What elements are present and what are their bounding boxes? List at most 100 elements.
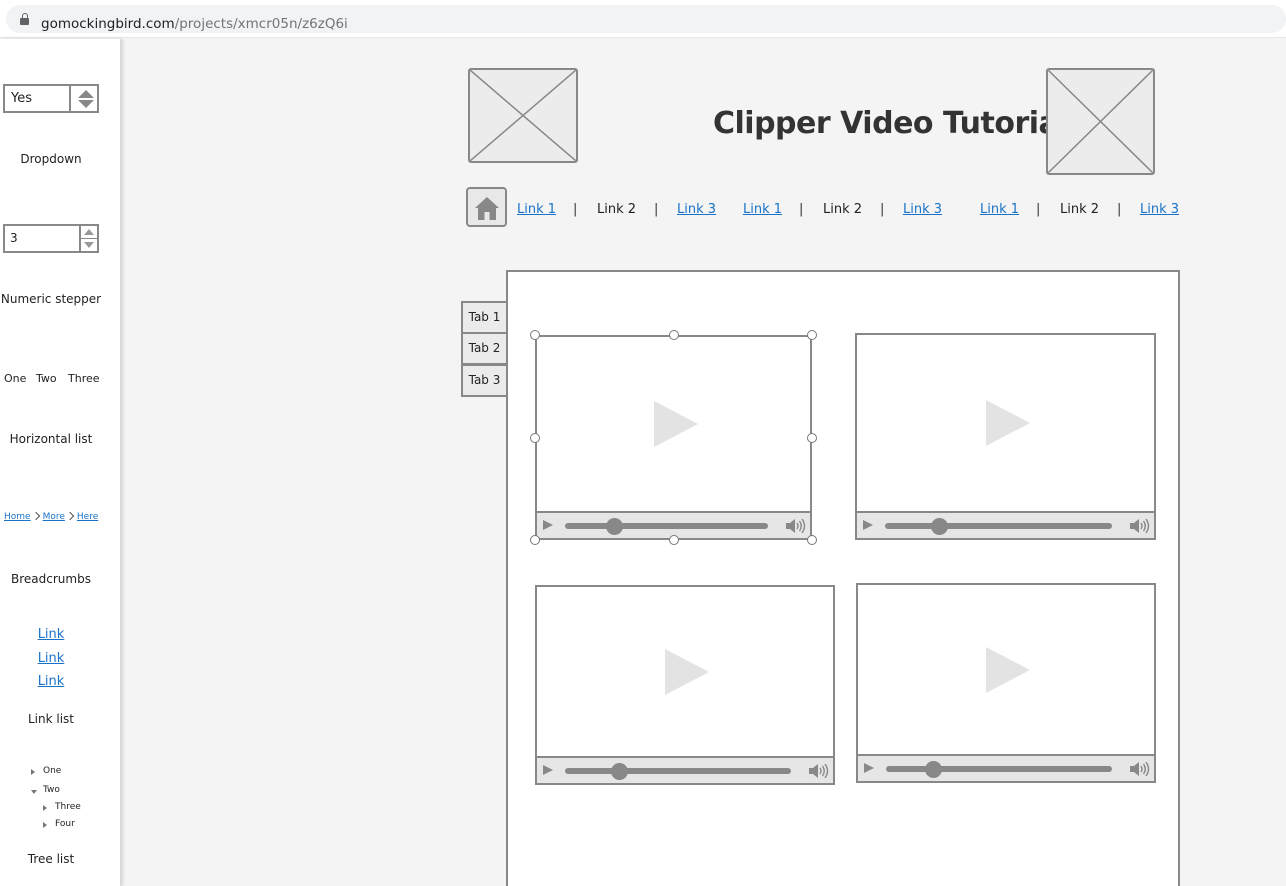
dropdown-label: Dropdown: [20, 152, 82, 166]
breadcrumb-home[interactable]: Home: [4, 512, 31, 522]
stepper-down-icon[interactable]: [84, 242, 94, 248]
tree-item[interactable]: One: [43, 766, 61, 776]
nav-separator: |: [1036, 202, 1041, 217]
numeric-stepper-label: Numeric stepper: [0, 292, 102, 306]
resize-handle[interactable]: [668, 330, 679, 340]
nav-link-3[interactable]: Link 3: [903, 202, 942, 217]
horizontal-list-item[interactable]: One: [4, 372, 26, 385]
seek-track[interactable]: [885, 523, 1112, 529]
play-icon[interactable]: [653, 401, 698, 447]
home-icon: [475, 197, 499, 220]
video-player[interactable]: [535, 335, 812, 540]
image-placeholder-icon: [470, 70, 576, 161]
seek-handle[interactable]: [925, 761, 943, 778]
numeric-stepper-widget[interactable]: 3: [3, 224, 99, 253]
dropdown-value: Yes: [11, 91, 32, 106]
play-icon[interactable]: [985, 400, 1030, 446]
volume-icon[interactable]: [809, 764, 829, 778]
volume-icon[interactable]: [1130, 519, 1150, 533]
video-screen[interactable]: [857, 335, 1154, 511]
tree-item[interactable]: Three: [55, 802, 81, 812]
nav-link-2[interactable]: Link 2: [1060, 202, 1099, 217]
video-controls: [537, 511, 810, 538]
nav-separator: |: [799, 202, 804, 217]
tab-1[interactable]: Tab 1: [461, 301, 508, 334]
horizontal-list-item[interactable]: Two: [36, 372, 57, 385]
stepper-up-icon[interactable]: [84, 229, 94, 235]
address-field[interactable]: gomockingbird.com/projects/xmcr05n/z6zQ6…: [6, 5, 1286, 33]
nav-link-2[interactable]: Link 2: [823, 202, 862, 217]
tab-2[interactable]: Tab 2: [461, 332, 508, 365]
arrow-down-icon: [78, 100, 94, 108]
volume-icon[interactable]: [1130, 762, 1150, 776]
video-controls: [537, 756, 833, 783]
nav-separator: |: [880, 202, 885, 217]
tree-collapsed-icon[interactable]: [43, 805, 47, 811]
resize-handle[interactable]: [668, 535, 679, 545]
nav-separator: |: [573, 202, 578, 217]
dropdown-divider: [69, 86, 71, 111]
breadcrumb-here[interactable]: Here: [77, 512, 98, 522]
horizontal-list-item[interactable]: Three: [68, 372, 100, 385]
video-screen[interactable]: [858, 585, 1154, 754]
home-button[interactable]: [466, 187, 507, 227]
chevron-right-icon: [31, 511, 40, 521]
seek-handle[interactable]: [605, 518, 623, 535]
nav-link-3[interactable]: Link 3: [677, 202, 716, 217]
video-player[interactable]: [856, 583, 1156, 783]
nav-link-1[interactable]: Link 1: [743, 202, 782, 217]
nav-link-1[interactable]: Link 1: [980, 202, 1019, 217]
tab-3[interactable]: Tab 3: [461, 364, 508, 397]
nav-separator: |: [1117, 202, 1122, 217]
resize-handle[interactable]: [530, 432, 540, 443]
resize-handle[interactable]: [530, 330, 540, 340]
dropdown-widget[interactable]: Yes: [3, 84, 99, 113]
tree-list-label: Tree list: [27, 852, 75, 866]
video-controls: [857, 511, 1154, 538]
header-image-placeholder[interactable]: [1046, 68, 1155, 175]
horizontal-list-label: Horizontal list: [9, 432, 93, 446]
seek-track[interactable]: [565, 768, 791, 774]
seek-track[interactable]: [565, 523, 768, 529]
play-icon[interactable]: [665, 648, 709, 695]
arrow-up-icon: [78, 90, 94, 98]
resize-handle[interactable]: [807, 432, 817, 443]
play-button-icon[interactable]: [543, 765, 553, 775]
link-list-item[interactable]: Link: [0, 651, 102, 666]
breadcrumb-more[interactable]: More: [43, 512, 65, 522]
lock-icon: [20, 13, 29, 25]
link-list-label: Link list: [27, 712, 74, 726]
play-icon[interactable]: [986, 646, 1030, 693]
seek-handle[interactable]: [931, 518, 949, 535]
nav-link-3[interactable]: Link 3: [1140, 202, 1179, 217]
volume-icon[interactable]: [786, 519, 806, 533]
resize-handle[interactable]: [807, 535, 817, 545]
nav-link-1[interactable]: Link 1: [517, 202, 556, 217]
chevron-right-icon: [65, 511, 75, 521]
resize-handle[interactable]: [530, 535, 540, 545]
play-button-icon[interactable]: [863, 520, 873, 530]
breadcrumbs-label: Breadcrumbs: [11, 572, 91, 586]
tree-item[interactable]: Four: [55, 819, 75, 829]
seek-track[interactable]: [886, 766, 1112, 772]
play-button-icon[interactable]: [864, 763, 874, 773]
play-button-icon[interactable]: [543, 520, 553, 530]
tree-collapsed-icon[interactable]: [31, 769, 35, 775]
video-screen[interactable]: [537, 337, 810, 511]
component-palette: Yes Dropdown 3 Numeric stepper One Two T…: [0, 39, 121, 886]
tree-collapsed-icon[interactable]: [43, 822, 47, 828]
tree-expanded-icon[interactable]: [31, 790, 37, 794]
resize-handle[interactable]: [807, 330, 817, 340]
logo-image-placeholder[interactable]: [468, 68, 578, 163]
seek-handle[interactable]: [611, 763, 629, 780]
video-player[interactable]: [855, 333, 1156, 540]
nav-separator: |: [654, 202, 659, 217]
url-text[interactable]: gomockingbird.com/projects/xmcr05n/z6zQ6…: [41, 16, 348, 32]
link-list-item[interactable]: Link: [0, 627, 102, 642]
link-list-item[interactable]: Link: [0, 674, 102, 689]
image-placeholder-icon: [1048, 70, 1153, 173]
video-screen[interactable]: [537, 587, 833, 756]
tree-item[interactable]: Two: [43, 785, 60, 795]
nav-link-2[interactable]: Link 2: [597, 202, 636, 217]
video-player[interactable]: [535, 585, 835, 785]
